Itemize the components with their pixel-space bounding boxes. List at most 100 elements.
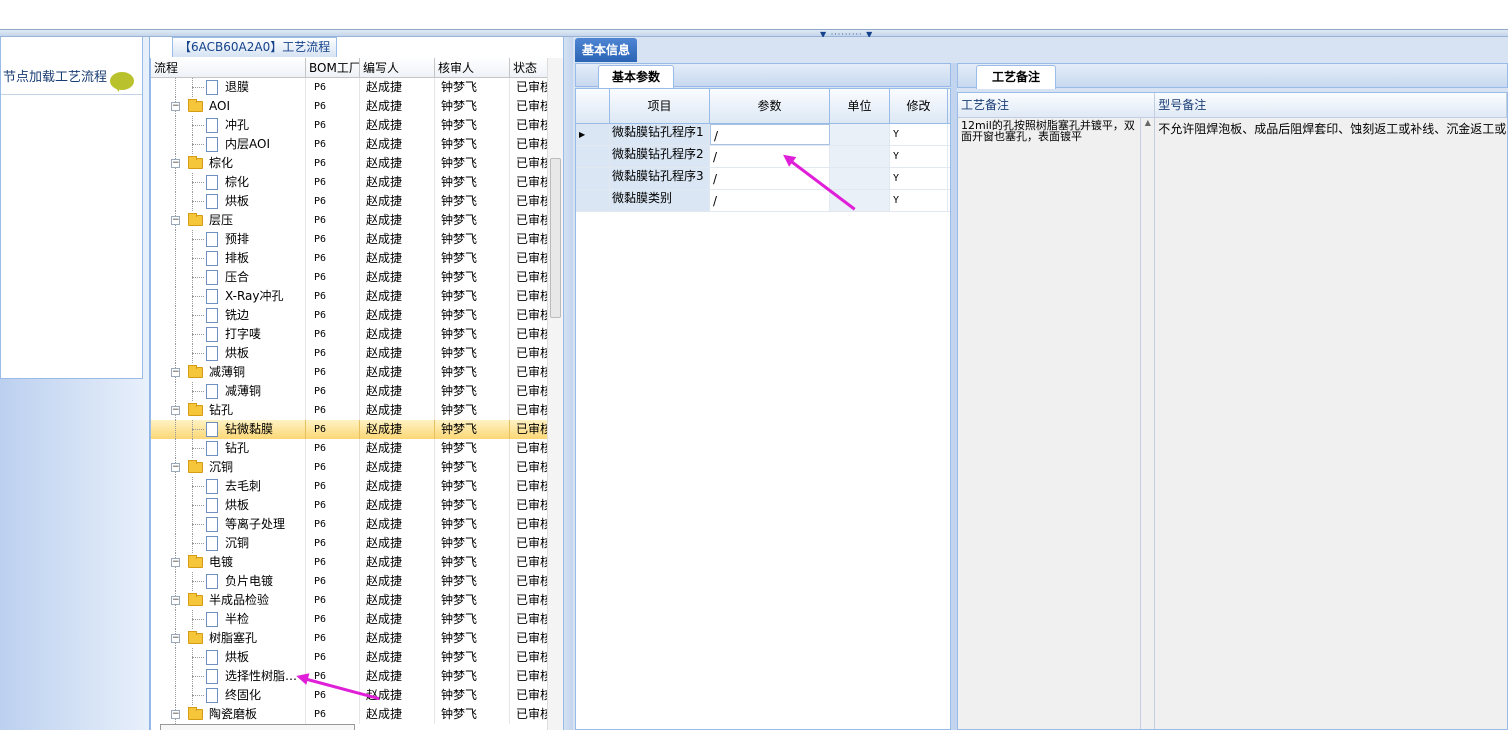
collapse-icon[interactable]: − xyxy=(171,463,180,472)
grid-cell-unit[interactable] xyxy=(830,168,890,189)
tree-node[interactable]: 选择性树脂… xyxy=(151,667,306,686)
collapse-icon[interactable]: − xyxy=(171,102,180,111)
tree-col-reviewer[interactable]: 核审人 xyxy=(435,58,510,77)
tree-node[interactable]: 沉铜 xyxy=(151,534,306,553)
grid-row[interactable]: ▶ 微黏膜钻孔程序1/ Y xyxy=(576,124,950,146)
collapse-icon[interactable]: − xyxy=(171,634,180,643)
tree-row[interactable]: − 层压 P6赵成捷钟梦飞已审核 xyxy=(151,211,563,230)
collapse-icon[interactable]: − xyxy=(171,216,180,225)
tree-node[interactable]: 铣边 xyxy=(151,306,306,325)
tree-row[interactable]: 烘板 P6赵成捷钟梦飞已审核 xyxy=(151,192,563,211)
grid-row[interactable]: 微黏膜类别 / Y xyxy=(576,190,950,212)
model-note-text[interactable]: 不允许阻焊泡板、成品后阻焊套印、蚀刻返工或补线、沉金返工或 xyxy=(1155,118,1507,729)
grid-cell-unit[interactable] xyxy=(830,146,890,167)
tree-row[interactable]: 冲孔 P6赵成捷钟梦飞已审核 xyxy=(151,116,563,135)
tree-row[interactable]: 退膜 P6赵成捷钟梦飞已审核 xyxy=(151,78,563,97)
tree-node[interactable]: 等离子处理 xyxy=(151,515,306,534)
tree-row[interactable]: − 棕化 P6赵成捷钟梦飞已审核 xyxy=(151,154,563,173)
tree-row[interactable]: 预排 P6赵成捷钟梦飞已审核 xyxy=(151,230,563,249)
tree-row[interactable]: 压合 P6赵成捷钟梦飞已审核 xyxy=(151,268,563,287)
tree-node[interactable]: 负片电镀 xyxy=(151,572,306,591)
tree-node[interactable]: 半检 xyxy=(151,610,306,629)
tree-node[interactable]: 烘板 xyxy=(151,496,306,515)
tree-node[interactable]: X-Ray冲孔 xyxy=(151,287,306,306)
tree-row[interactable]: 烘板 P6赵成捷钟梦飞已审核 xyxy=(151,344,563,363)
tree-node[interactable]: 钻微黏膜 xyxy=(151,420,306,439)
grid-col-unit[interactable]: 单位 xyxy=(830,89,890,123)
tree-node[interactable]: − 电镀 xyxy=(151,553,306,572)
tree-node[interactable]: − AOI xyxy=(151,97,306,116)
grid-col-item[interactable]: 项目 xyxy=(610,89,710,123)
tree-row[interactable]: 沉铜 P6赵成捷钟梦飞已审核 xyxy=(151,534,563,553)
tree-node[interactable]: − 层压 xyxy=(151,211,306,230)
tree-node[interactable]: 减薄铜 xyxy=(151,382,306,401)
collapse-icon[interactable]: − xyxy=(171,159,180,168)
tree-row[interactable]: − AOI P6赵成捷钟梦飞已审核 xyxy=(151,97,563,116)
collapse-icon[interactable]: − xyxy=(171,406,180,415)
tab-basic-params[interactable]: 基本参数 xyxy=(598,65,674,88)
tree-node[interactable]: 烘板 xyxy=(151,344,306,363)
horizontal-splitter[interactable]: ▼ ········· ▼ xyxy=(0,30,1508,39)
tree-node[interactable]: 内层AOI xyxy=(151,135,306,154)
tab-process-notes[interactable]: 工艺备注 xyxy=(976,65,1056,89)
grid-cell-value[interactable]: / xyxy=(710,190,830,211)
tree-row[interactable]: 减薄铜 P6赵成捷钟梦飞已审核 xyxy=(151,382,563,401)
tree-node[interactable]: 终固化 xyxy=(151,686,306,705)
tree-row[interactable]: 烘板 P6赵成捷钟梦飞已审核 xyxy=(151,496,563,515)
grid-cell-modify[interactable]: Y xyxy=(890,124,948,145)
tree-node[interactable]: − 树脂塞孔 xyxy=(151,629,306,648)
collapse-icon[interactable]: − xyxy=(171,368,180,377)
tree-node[interactable]: − 陶瓷磨板 xyxy=(151,705,306,724)
tree-row[interactable]: − 陶瓷磨板 P6赵成捷钟梦飞已审核 xyxy=(151,705,563,724)
speech-bubble-icon[interactable] xyxy=(110,72,134,92)
grid-col-modify[interactable]: 修改 xyxy=(890,89,948,123)
tree-row[interactable]: 棕化 P6赵成捷钟梦飞已审核 xyxy=(151,173,563,192)
tree-row[interactable]: 内层AOI P6赵成捷钟梦飞已审核 xyxy=(151,135,563,154)
tree-node[interactable]: 排板 xyxy=(151,249,306,268)
tree-node[interactable]: − 沉铜 xyxy=(151,458,306,477)
tab-basic-info[interactable]: 基本信息 xyxy=(575,38,637,62)
tree-row[interactable]: − 半成品检验 P6赵成捷钟梦飞已审核 xyxy=(151,591,563,610)
tree-node[interactable]: 钻孔 xyxy=(151,439,306,458)
tree-row[interactable]: − 钻孔 P6赵成捷钟梦飞已审核 xyxy=(151,401,563,420)
grid-row[interactable]: 微黏膜钻孔程序2/ Y xyxy=(576,146,950,168)
tree-col-process[interactable]: 流程 xyxy=(151,58,306,77)
grid-col-value[interactable]: 参数 xyxy=(710,89,830,123)
tree-row[interactable]: − 沉铜 P6赵成捷钟梦飞已审核 xyxy=(151,458,563,477)
tree-node[interactable]: 冲孔 xyxy=(151,116,306,135)
row-indicator[interactable] xyxy=(576,190,610,211)
tree-row[interactable]: 终固化P6赵成捷钟梦飞已审核 xyxy=(151,686,563,705)
tree-node[interactable]: 打字唛 xyxy=(151,325,306,344)
tree-col-bom[interactable]: BOM工厂 xyxy=(306,58,360,77)
tree-row[interactable]: 负片电镀 P6赵成捷钟梦飞已审核 xyxy=(151,572,563,591)
tree-col-writer[interactable]: 编写人 xyxy=(360,58,435,77)
collapse-icon[interactable]: − xyxy=(171,558,180,567)
tree-row[interactable]: X-Ray冲孔 P6赵成捷钟梦飞已审核 xyxy=(151,287,563,306)
tree-node[interactable]: 去毛刺 xyxy=(151,477,306,496)
row-indicator[interactable] xyxy=(576,146,610,167)
tree-hscrollbar[interactable] xyxy=(160,724,355,730)
tree-row-selected[interactable]: 钻微黏膜 P6赵成捷钟梦飞已审核 xyxy=(151,420,563,439)
tree-node[interactable]: − 棕化 xyxy=(151,154,306,173)
grid-cell-unit[interactable] xyxy=(830,190,890,211)
grid-cell-unit[interactable] xyxy=(830,124,890,145)
tree-row[interactable]: 铣边 P6赵成捷钟梦飞已审核 xyxy=(151,306,563,325)
tree-node[interactable]: − 钻孔 xyxy=(151,401,306,420)
grid-cell-modify[interactable]: Y xyxy=(890,146,948,167)
process-note-text[interactable]: 12mil的孔按照树脂塞孔并镀平，双面开窗也塞孔，表面镀平 xyxy=(958,118,1142,729)
grid-cell-value[interactable]: / xyxy=(710,124,830,145)
tree-row[interactable]: − 电镀 P6赵成捷钟梦飞已审核 xyxy=(151,553,563,572)
process-note-scrollbar[interactable]: ▲ xyxy=(1141,118,1156,729)
tree-node[interactable]: 棕化 xyxy=(151,173,306,192)
grid-row[interactable]: 微黏膜钻孔程序3/Y xyxy=(576,168,950,190)
tree-node[interactable]: 压合 xyxy=(151,268,306,287)
tree-row[interactable]: 排板 P6赵成捷钟梦飞已审核 xyxy=(151,249,563,268)
collapse-icon[interactable]: − xyxy=(171,710,180,719)
tree-row[interactable]: 烘板 P6赵成捷钟梦飞已审核 xyxy=(151,648,563,667)
tree-row[interactable]: 去毛刺 P6赵成捷钟梦飞已审核 xyxy=(151,477,563,496)
tree-row[interactable]: − 树脂塞孔 P6赵成捷钟梦飞已审核 xyxy=(151,629,563,648)
tree-row[interactable]: 等离子处理 P6赵成捷钟梦飞已审核 xyxy=(151,515,563,534)
collapse-icon[interactable]: − xyxy=(171,596,180,605)
vertical-splitter[interactable] xyxy=(563,37,573,730)
tree-row[interactable]: 选择性树脂… P6赵成捷钟梦飞已审核 xyxy=(151,667,563,686)
